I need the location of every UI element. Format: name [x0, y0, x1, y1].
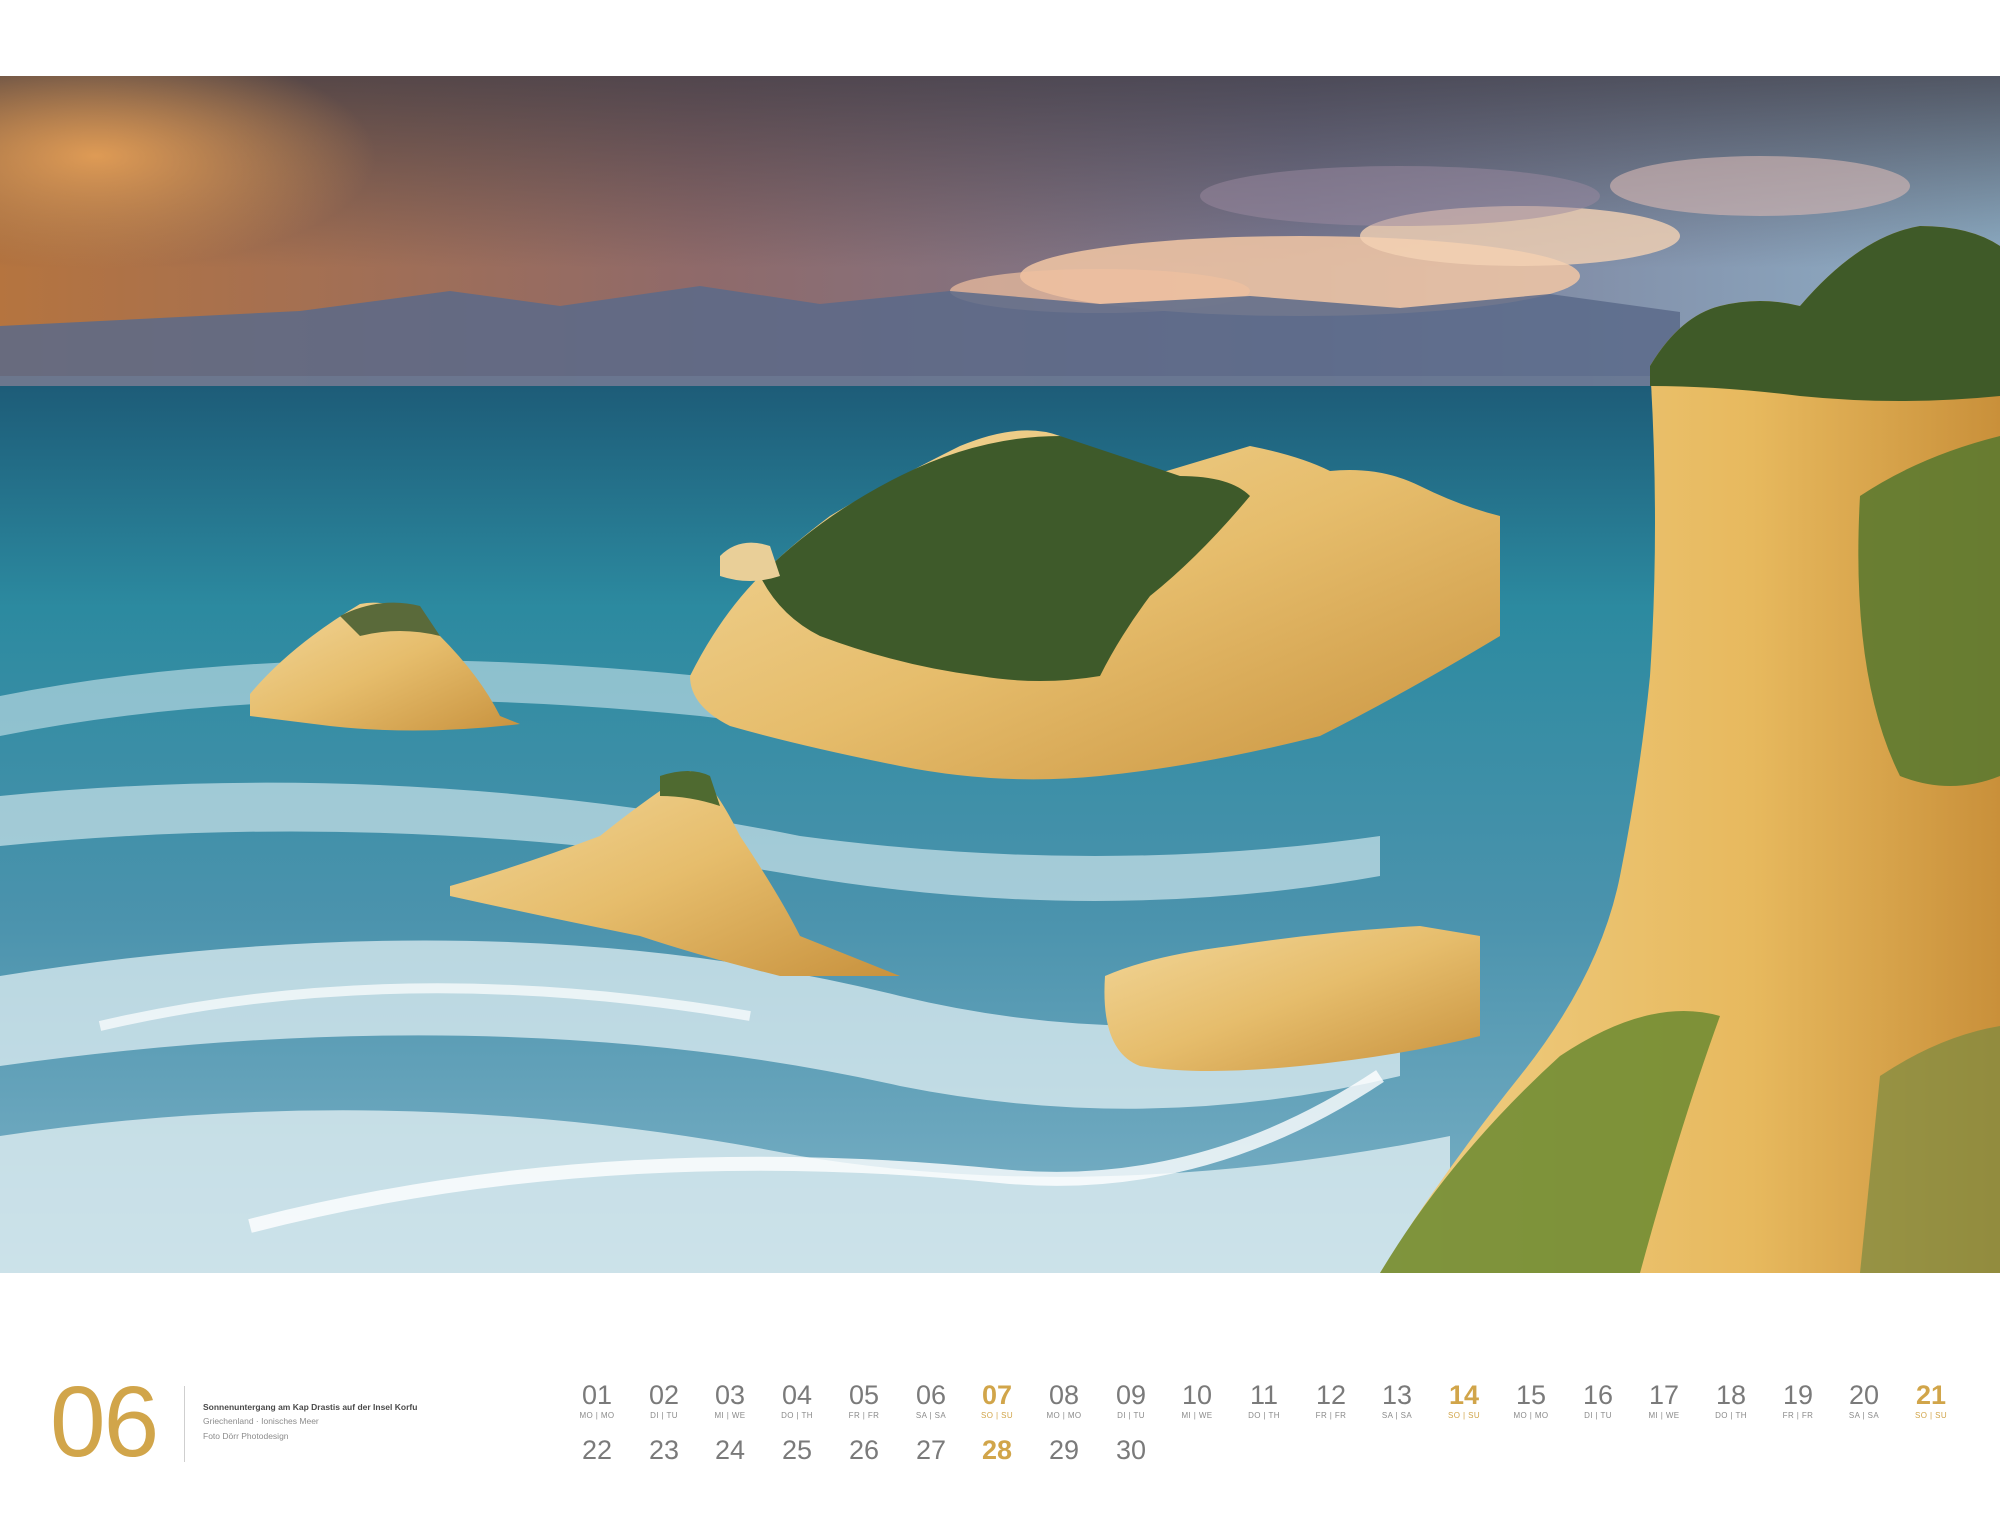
month-divider: [184, 1386, 185, 1462]
month-number: 06: [50, 1366, 159, 1478]
weekday-label: FR | FR: [1315, 1411, 1347, 1420]
day-number: 03: [714, 1380, 746, 1410]
day-number: 29: [1048, 1435, 1080, 1465]
weekday-label: SO | SU: [981, 1411, 1013, 1420]
calendar-day: 20 SA | SA: [1834, 1380, 1894, 1422]
calendar-day: 08 MO | MO: [1034, 1380, 1094, 1422]
weekday-label: MI | WE: [1648, 1411, 1680, 1420]
day-number: 23: [648, 1435, 680, 1465]
weekday-label: MI | WE: [714, 1411, 746, 1420]
day-number: 28: [981, 1435, 1013, 1465]
day-number: 22: [581, 1435, 613, 1465]
weekday-label: SA | SA: [1381, 1411, 1413, 1420]
coastal-cliff-photo: [0, 76, 2000, 1273]
caption-region: Griechenland · Ionisches Meer: [203, 1416, 319, 1426]
day-number: 02: [648, 1380, 680, 1410]
day-number: 09: [1115, 1380, 1147, 1410]
calendar-day: 23: [634, 1435, 694, 1465]
calendar-day: 17 MI | WE: [1634, 1380, 1694, 1422]
calendar-day: 18 DO | TH: [1701, 1380, 1761, 1422]
weekday-label: MO | MO: [579, 1411, 615, 1420]
weekday-label: DI | TU: [1584, 1411, 1612, 1420]
calendar-day: 28: [967, 1435, 1027, 1465]
photo-caption: Sonnenuntergang am Kap Drastis auf der I…: [203, 1401, 463, 1444]
day-number: 25: [781, 1435, 813, 1465]
day-number: 11: [1249, 1380, 1279, 1410]
day-number: 08: [1048, 1380, 1080, 1410]
weekday-label: DI | TU: [650, 1411, 678, 1420]
day-number: 26: [848, 1435, 880, 1465]
day-number: 16: [1582, 1380, 1614, 1410]
calendar-day: 01 MO | MO: [567, 1380, 627, 1422]
calendar-day: 16 DI | TU: [1568, 1380, 1628, 1422]
weekday-label: DI | TU: [1117, 1411, 1145, 1420]
day-number: 24: [714, 1435, 746, 1465]
calendar-day: 30: [1101, 1435, 1161, 1465]
calendar-day: 12 FR | FR: [1301, 1380, 1361, 1422]
calendar-day: 15 MO | MO: [1501, 1380, 1561, 1422]
weekday-label: DO | TH: [1715, 1411, 1747, 1420]
calendar-day: 05 FR | FR: [834, 1380, 894, 1422]
weekday-label: FR | FR: [848, 1411, 880, 1420]
calendar-day: 10 MI | WE: [1167, 1380, 1227, 1422]
calendar-day: 26: [834, 1435, 894, 1465]
day-number: 04: [781, 1380, 813, 1410]
calendar-day: 09 DI | TU: [1101, 1380, 1161, 1422]
weekday-label: MO | MO: [1513, 1411, 1549, 1420]
weekday-label: MI | WE: [1181, 1411, 1213, 1420]
day-number: 06: [915, 1380, 947, 1410]
day-number: 18: [1715, 1380, 1747, 1410]
day-number: 14: [1448, 1380, 1480, 1410]
day-number: 13: [1381, 1380, 1413, 1410]
day-number: 20: [1848, 1380, 1880, 1410]
caption-title: Sonnenuntergang am Kap Drastis auf der I…: [203, 1402, 418, 1412]
day-number: 15: [1515, 1380, 1547, 1410]
cover-photo: [0, 76, 2000, 1273]
day-number: 30: [1115, 1435, 1147, 1465]
calendar-day: 19 FR | FR: [1768, 1380, 1828, 1422]
weekday-label: DO | TH: [781, 1411, 813, 1420]
calendar-day: 24: [700, 1435, 760, 1465]
day-number: 01: [581, 1380, 613, 1410]
weekday-label: SO | SU: [1448, 1411, 1480, 1420]
day-number: 21: [1915, 1380, 1947, 1410]
calendar-day: 07 SO | SU: [967, 1380, 1027, 1422]
weekday-label: FR | FR: [1782, 1411, 1814, 1420]
day-number: 05: [848, 1380, 880, 1410]
weekday-label: SA | SA: [915, 1411, 947, 1420]
calendar-day: 21 SO | SU: [1901, 1380, 1961, 1422]
calendar-day: 14 SO | SU: [1434, 1380, 1494, 1422]
calendar-day: 25: [767, 1435, 827, 1465]
day-number: 19: [1782, 1380, 1814, 1410]
day-number: 12: [1315, 1380, 1347, 1410]
calendar-day: 27: [901, 1435, 961, 1465]
day-number: 07: [981, 1380, 1013, 1410]
day-number: 17: [1648, 1380, 1680, 1410]
calendar-day: 02 DI | TU: [634, 1380, 694, 1422]
caption-credit: Foto Dörr Photodesign: [203, 1431, 289, 1441]
weekday-label: MO | MO: [1046, 1411, 1082, 1420]
day-number: 10: [1181, 1380, 1213, 1410]
calendar-day: 04 DO | TH: [767, 1380, 827, 1422]
calendar-day: 11 DO | TH: [1234, 1380, 1294, 1422]
day-number: 27: [915, 1435, 947, 1465]
weekday-label: DO | TH: [1248, 1411, 1280, 1420]
weekday-label: SA | SA: [1848, 1411, 1880, 1420]
calendar-day: 29: [1034, 1435, 1094, 1465]
calendar-day: 22: [567, 1435, 627, 1465]
weekday-label: SO | SU: [1915, 1411, 1947, 1420]
calendar-day: 03 MI | WE: [700, 1380, 760, 1422]
calendar-day: 13 SA | SA: [1367, 1380, 1427, 1422]
calendar-day: 06 SA | SA: [901, 1380, 961, 1422]
